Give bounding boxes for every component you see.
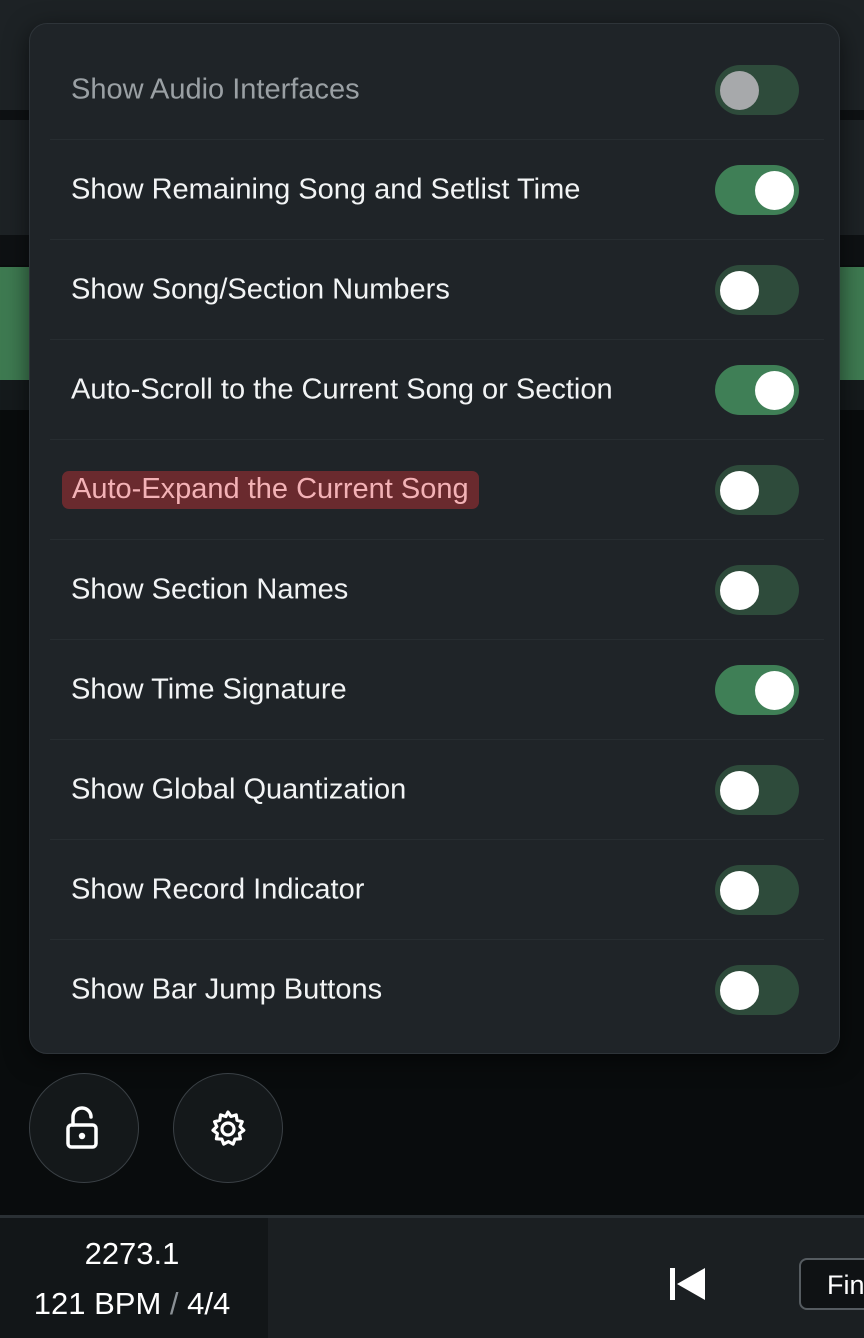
- show-audio-interfaces-toggle[interactable]: [715, 64, 799, 115]
- gear-icon: [211, 1110, 246, 1146]
- setting-label: Auto-Expand the Current Song: [62, 470, 479, 509]
- setting-row-auto-scroll: Auto-Scroll to the Current Song or Secti…: [50, 340, 824, 440]
- show-song-section-numbers-toggle[interactable]: [715, 264, 799, 315]
- skip-to-start-button[interactable]: [664, 1262, 710, 1306]
- setting-row-show-time-signature: Show Time Signature: [50, 640, 824, 740]
- toggle-knob: [720, 870, 759, 910]
- setting-label: Auto-Scroll to the Current Song or Secti…: [71, 373, 613, 405]
- setting-row-show-bar-jump-buttons: Show Bar Jump Buttons: [50, 940, 824, 1040]
- setting-label: Show Bar Jump Buttons: [71, 973, 383, 1006]
- toggle-knob: [720, 971, 759, 1010]
- auto-scroll-toggle[interactable]: [715, 364, 799, 415]
- setting-row-auto-expand: Auto-Expand the Current Song: [50, 440, 824, 540]
- tempo-readout: 121 BPM / 4/4: [0, 1286, 264, 1322]
- setting-row-show-song-section-numbers: Show Song/Section Numbers: [50, 240, 824, 340]
- toggle-knob: [720, 270, 759, 310]
- show-record-indicator-toggle[interactable]: [715, 864, 799, 915]
- unlock-icon: [66, 1106, 98, 1149]
- toggle-knob: [720, 70, 759, 110]
- setting-row-show-global-quantization: Show Global Quantization: [50, 740, 824, 840]
- find-button[interactable]: Fin: [799, 1258, 864, 1310]
- show-section-names-toggle[interactable]: [715, 564, 799, 615]
- setting-row-show-remaining-time: Show Remaining Song and Setlist Time: [50, 140, 824, 240]
- toggle-knob: [720, 570, 759, 610]
- song-position: 2273.1: [84, 1236, 180, 1271]
- setting-row-show-record-indicator: Show Record Indicator: [50, 840, 824, 940]
- skip-to-start-icon: [670, 1268, 705, 1300]
- display-settings-popover: Show Audio Interfaces Show Remaining Son…: [29, 23, 840, 1054]
- setting-row-show-audio-interfaces: Show Audio Interfaces: [50, 40, 824, 140]
- setting-row-show-section-names: Show Section Names: [50, 540, 824, 640]
- toggle-knob: [720, 470, 759, 510]
- show-bar-jump-buttons-toggle[interactable]: [715, 965, 799, 1015]
- time-signature-value: 4/4: [187, 1286, 231, 1321]
- toggle-knob: [755, 370, 794, 410]
- show-remaining-time-toggle[interactable]: [715, 164, 799, 215]
- show-global-quantization-toggle[interactable]: [715, 764, 799, 815]
- toggle-knob: [755, 670, 794, 710]
- setting-label: Show Remaining Song and Setlist Time: [71, 173, 581, 205]
- toggle-knob: [755, 170, 794, 210]
- setting-label: Show Audio Interfaces: [71, 73, 360, 105]
- setting-label: Show Section Names: [71, 573, 349, 605]
- auto-expand-toggle[interactable]: [715, 464, 799, 515]
- lock-button[interactable]: [29, 1073, 139, 1183]
- setting-label: Show Time Signature: [71, 673, 347, 705]
- setting-label: Show Song/Section Numbers: [71, 273, 450, 305]
- settings-button[interactable]: [173, 1073, 283, 1183]
- toggle-knob: [720, 770, 759, 810]
- bpm-value: 121 BPM: [33, 1286, 162, 1321]
- setting-label: Show Global Quantization: [71, 773, 407, 805]
- show-time-signature-toggle[interactable]: [715, 664, 799, 715]
- setting-label: Show Record Indicator: [71, 873, 365, 905]
- tempo-separator: /: [169, 1286, 179, 1321]
